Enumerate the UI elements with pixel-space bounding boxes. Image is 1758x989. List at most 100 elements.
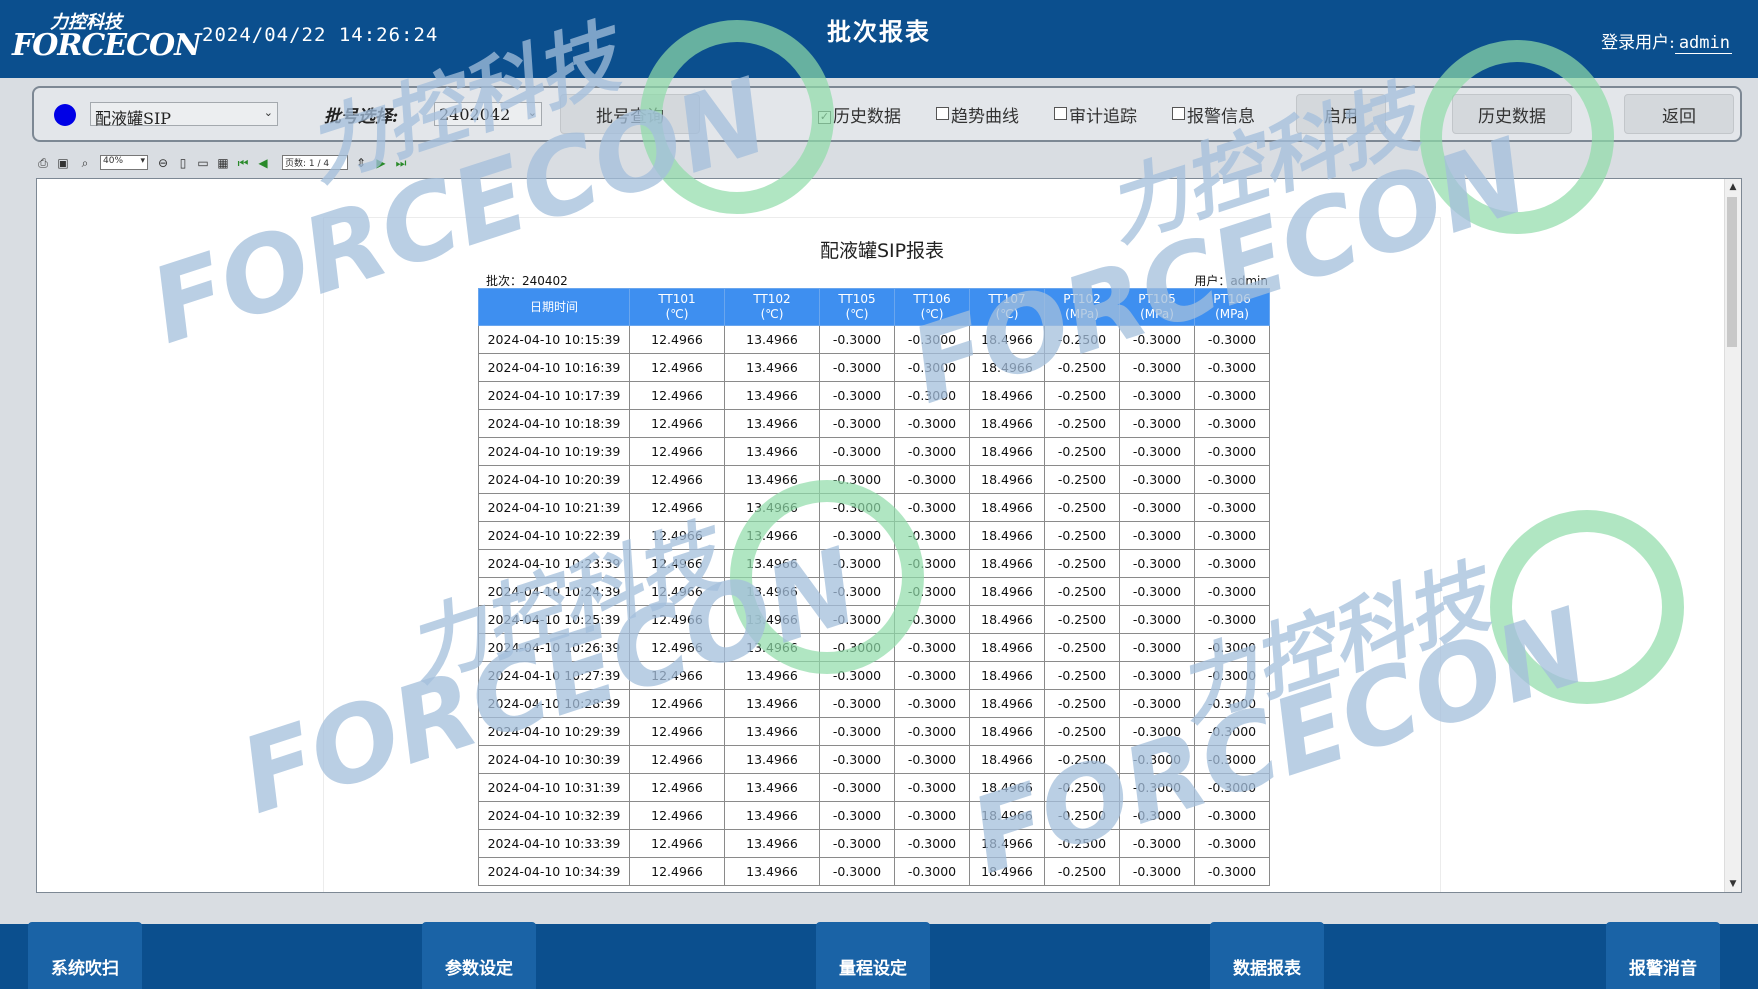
table-cell: 2024-04-10 10:16:39: [478, 353, 630, 382]
checkbox-box[interactable]: ✓: [818, 111, 831, 124]
table-cell: -0.3000: [819, 577, 895, 606]
vertical-scrollbar[interactable]: ▲ ▼: [1724, 179, 1741, 892]
checkbox-audit-trail[interactable]: 审计追踪: [1054, 102, 1137, 127]
page-multi-icon[interactable]: ▦: [216, 156, 230, 170]
next-page-icon[interactable]: ▶: [374, 156, 388, 170]
table-cell: 12.4966: [629, 493, 725, 522]
table-row: 2024-04-10 10:19:39 12.4966 13.4966 -0.3000…: [478, 437, 1270, 466]
table-cell: 2024-04-10 10:20:39: [478, 465, 630, 494]
last-page-icon[interactable]: ⏭: [394, 156, 408, 170]
query-toolbar: 配液罐SIP ⌄ 批号选择: 2402042 ⌄ 批号查询 ✓ 历史数据 趋势曲线…: [32, 86, 1742, 142]
table-cell: -0.2500: [1044, 801, 1120, 830]
table-cell: 2024-04-10 10:33:39: [478, 829, 630, 858]
table-cell: -0.3000: [894, 381, 970, 410]
column-name: PT105: [1138, 292, 1176, 306]
column-unit: (℃): [995, 307, 1019, 321]
table-cell: -0.3000: [1194, 745, 1270, 774]
table-cell: -0.3000: [1119, 325, 1195, 354]
login-user[interactable]: admin: [1674, 33, 1732, 54]
table-cell: 13.4966: [724, 325, 820, 354]
data-report-button[interactable]: 数据报表: [1210, 922, 1324, 989]
tank-select[interactable]: 配液罐SIP ⌄: [90, 102, 278, 128]
table-cell: 13.4966: [724, 717, 820, 746]
first-page-icon[interactable]: ⏮: [236, 156, 250, 170]
table-row: 2024-04-10 10:23:39 12.4966 13.4966 -0.3000…: [478, 549, 1270, 578]
table-cell: -0.3000: [1194, 773, 1270, 802]
column-name: PT106: [1213, 292, 1251, 306]
table-cell: 12.4966: [629, 689, 725, 718]
table-cell: -0.3000: [1194, 801, 1270, 830]
checkbox-box[interactable]: [936, 107, 949, 120]
history-data-button[interactable]: 历史数据: [1452, 94, 1572, 134]
column-header: PT106 (MPa): [1194, 288, 1270, 326]
table-cell: -0.3000: [894, 353, 970, 382]
prev-page-icon[interactable]: ◀: [256, 156, 270, 170]
table-cell: 12.4966: [629, 605, 725, 634]
table-cell: -0.3000: [1194, 577, 1270, 606]
table-cell: -0.3000: [1119, 381, 1195, 410]
checkbox-trend-curve[interactable]: 趋势曲线: [936, 102, 1019, 127]
column-header: TT102 (℃): [724, 288, 820, 326]
table-row: 2024-04-10 10:20:39 12.4966 13.4966 -0.3000…: [478, 465, 1270, 494]
table-row: 2024-04-10 10:25:39 12.4966 13.4966 -0.3000…: [478, 605, 1270, 634]
page-spin-icon[interactable]: ⇕: [354, 156, 368, 170]
range-settings-button[interactable]: 量程设定: [816, 922, 930, 989]
checkbox-alarm-info[interactable]: 报警信息: [1172, 102, 1255, 127]
table-cell: -0.2500: [1044, 493, 1120, 522]
scroll-up-icon[interactable]: ▲: [1725, 179, 1741, 195]
report-viewer[interactable]: 配液罐SIP报表 批次：240402 用户：admin 日期时间 TT101 (℃)…: [36, 178, 1742, 893]
table-cell: 13.4966: [724, 689, 820, 718]
table-cell: -0.3000: [1194, 717, 1270, 746]
table-cell: -0.3000: [819, 325, 895, 354]
print-preview-icon[interactable]: ▣: [56, 156, 70, 170]
parameter-settings-button[interactable]: 参数设定: [422, 922, 536, 989]
table-row: 2024-04-10 10:27:39 12.4966 13.4966 -0.3000…: [478, 661, 1270, 690]
zoom-select[interactable]: 40% ▾: [100, 155, 148, 170]
table-cell: -0.3000: [1194, 633, 1270, 662]
column-unit: (MPa): [1140, 307, 1174, 321]
table-cell: -0.3000: [1119, 717, 1195, 746]
checkbox-history-data[interactable]: ✓ 历史数据: [818, 102, 901, 127]
login-info: 登录用户: admin: [1601, 28, 1732, 54]
alarm-silence-button[interactable]: 报警消音: [1606, 922, 1720, 989]
batch-label: 批号选择:: [324, 107, 399, 127]
page-indicator[interactable]: 页数: 1 / 4: [282, 155, 348, 170]
table-cell: -0.3000: [1194, 857, 1270, 886]
scroll-thumb[interactable]: [1727, 197, 1737, 347]
page-single-icon[interactable]: ▯: [176, 156, 190, 170]
enable-button[interactable]: 启用: [1296, 94, 1386, 134]
find-icon[interactable]: ⌕: [78, 156, 92, 170]
column-unit: (℃): [845, 307, 869, 321]
table-cell: -0.3000: [1119, 605, 1195, 634]
checkbox-box[interactable]: [1054, 107, 1067, 120]
chevron-down-icon: ⌄: [263, 106, 273, 119]
scroll-down-icon[interactable]: ▼: [1725, 876, 1741, 892]
table-cell: -0.3000: [1194, 325, 1270, 354]
print-icon[interactable]: ⎙: [36, 156, 50, 170]
table-cell: 12.4966: [629, 353, 725, 382]
checkbox-label: 报警信息: [1187, 107, 1255, 127]
batch-query-button[interactable]: 批号查询: [560, 94, 700, 134]
table-cell: -0.3000: [1119, 493, 1195, 522]
column-header: TT105 (℃): [819, 288, 895, 326]
table-cell: -0.3000: [894, 493, 970, 522]
table-cell: 12.4966: [629, 661, 725, 690]
table-cell: 2024-04-10 10:15:39: [478, 325, 630, 354]
batch-select[interactable]: 2402042 ⌄: [434, 102, 542, 126]
back-button[interactable]: 返回: [1624, 94, 1734, 134]
page-width-icon[interactable]: ▭: [196, 156, 210, 170]
checkbox-box[interactable]: [1172, 107, 1185, 120]
table-cell: -0.3000: [819, 633, 895, 662]
table-cell: -0.3000: [894, 857, 970, 886]
table-cell: 13.4966: [724, 437, 820, 466]
system-purge-button[interactable]: 系统吹扫: [28, 922, 142, 989]
table-cell: -0.3000: [894, 633, 970, 662]
zoom-out-icon[interactable]: ⊖: [156, 156, 170, 170]
table-cell: -0.3000: [1119, 577, 1195, 606]
table-cell: 13.4966: [724, 857, 820, 886]
table-cell: -0.3000: [894, 689, 970, 718]
table-row: 2024-04-10 10:30:39 12.4966 13.4966 -0.3000…: [478, 745, 1270, 774]
table-cell: -0.3000: [1119, 465, 1195, 494]
table-cell: -0.3000: [819, 381, 895, 410]
table-header-row: 日期时间 TT101 (℃) TT102 (℃) TT105 (℃) TT106 (℃) TT10…: [478, 288, 1270, 326]
